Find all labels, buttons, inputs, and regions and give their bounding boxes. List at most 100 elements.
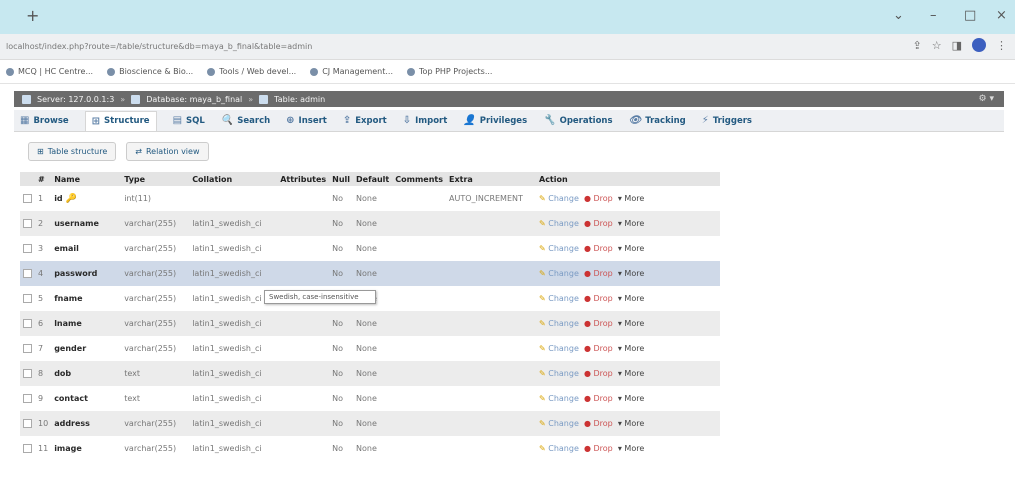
url-text[interactable]: localhost/index.php?route=/table/structu… xyxy=(6,42,312,51)
row-checkbox[interactable] xyxy=(20,336,35,361)
column-name[interactable]: id 🔑 xyxy=(51,186,122,211)
table-row[interactable]: 11 image varchar(255) latin1_swedish_ci No No… xyxy=(20,436,720,461)
tab-import[interactable]: ⇩ Import xyxy=(403,115,448,126)
share-icon[interactable]: ⇪ xyxy=(913,39,922,52)
breadcrumb-database[interactable]: Database: maya_b_final xyxy=(146,95,242,104)
bookmark-item[interactable]: MCQ | HC Centre... xyxy=(6,67,93,76)
column-name[interactable]: email xyxy=(51,236,122,261)
extensions-icon[interactable]: ◨ xyxy=(952,39,962,52)
menu-icon[interactable]: ⋮ xyxy=(996,39,1007,52)
row-checkbox[interactable] xyxy=(20,436,35,461)
change-button[interactable]: ✎ Change xyxy=(539,319,579,328)
drop-button[interactable]: ● Drop xyxy=(584,344,613,353)
more-button[interactable]: ▾ More xyxy=(618,369,644,378)
more-button[interactable]: ▾ More xyxy=(618,219,644,228)
tab-search[interactable]: 🔍 Search xyxy=(221,115,270,126)
tab-sql[interactable]: ▤ SQL xyxy=(173,115,205,126)
tab-tracking[interactable]: 👁 Tracking xyxy=(629,115,686,126)
drop-button[interactable]: ● Drop xyxy=(584,194,613,203)
drop-button[interactable]: ● Drop xyxy=(584,269,613,278)
breadcrumb-server[interactable]: Server: 127.0.0.1:3 xyxy=(37,95,114,104)
tab-triggers[interactable]: ⚡ Triggers xyxy=(702,115,752,126)
row-checkbox[interactable] xyxy=(20,236,35,261)
address-bar[interactable]: localhost/index.php?route=/table/structu… xyxy=(0,34,1015,60)
table-structure-button[interactable]: ⊞ Table structure xyxy=(28,142,117,161)
column-name[interactable]: username xyxy=(51,211,122,236)
bookmark-item[interactable]: Bioscience & Bio... xyxy=(107,67,193,76)
table-row[interactable]: 6 lname varchar(255) latin1_swedish_ci No Non… xyxy=(20,311,720,336)
gear-icon[interactable]: ⚙ ▾ xyxy=(979,94,994,104)
drop-button[interactable]: ● Drop xyxy=(584,294,613,303)
row-checkbox[interactable] xyxy=(20,286,35,311)
table-row[interactable]: 7 gender varchar(255) latin1_swedish_ci No No… xyxy=(20,336,720,361)
more-button[interactable]: ▾ More xyxy=(618,319,644,328)
change-button[interactable]: ✎ Change xyxy=(539,394,579,403)
table-row[interactable]: 1 id 🔑 int(11) No None AUTO_INCREMENT ✎ Change… xyxy=(20,186,720,211)
drop-button[interactable]: ● Drop xyxy=(584,244,613,253)
row-checkbox[interactable] xyxy=(20,211,35,236)
maximize-button[interactable]: □ xyxy=(964,8,976,23)
more-button[interactable]: ▾ More xyxy=(618,244,644,253)
column-name[interactable]: lname xyxy=(51,311,122,336)
header-name[interactable]: Name xyxy=(51,172,122,186)
new-tab-button[interactable]: + xyxy=(26,6,39,25)
table-row[interactable]: 9 contact text latin1_swedish_ci No None ✎ Cha… xyxy=(20,386,720,411)
table-row[interactable]: 8 dob text latin1_swedish_ci No None ✎ Change … xyxy=(20,361,720,386)
change-button[interactable]: ✎ Change xyxy=(539,269,579,278)
tab-privileges[interactable]: 👤 Privileges xyxy=(463,115,527,126)
more-button[interactable]: ▾ More xyxy=(618,394,644,403)
row-checkbox[interactable] xyxy=(20,186,35,211)
drop-button[interactable]: ● Drop xyxy=(584,419,613,428)
bookmark-item[interactable]: CJ Management... xyxy=(310,67,393,76)
more-button[interactable]: ▾ More xyxy=(618,269,644,278)
drop-button[interactable]: ● Drop xyxy=(584,219,613,228)
column-name[interactable]: gender xyxy=(51,336,122,361)
more-button[interactable]: ▾ More xyxy=(618,444,644,453)
column-name[interactable]: image xyxy=(51,436,122,461)
tab-structure[interactable]: ⊞ Structure xyxy=(84,110,157,131)
change-button[interactable]: ✎ Change xyxy=(539,444,579,453)
drop-button[interactable]: ● Drop xyxy=(584,444,613,453)
row-checkbox[interactable] xyxy=(20,261,35,286)
change-button[interactable]: ✎ Change xyxy=(539,369,579,378)
change-button[interactable]: ✎ Change xyxy=(539,194,579,203)
column-name[interactable]: password xyxy=(51,261,122,286)
drop-button[interactable]: ● Drop xyxy=(584,319,613,328)
column-name[interactable]: fname xyxy=(51,286,122,311)
minimize-button[interactable]: – xyxy=(930,8,937,23)
row-checkbox[interactable] xyxy=(20,386,35,411)
relation-view-button[interactable]: ⇄ Relation view xyxy=(126,142,209,161)
table-row[interactable]: 4 password varchar(255) latin1_swedish_ci No… xyxy=(20,261,720,286)
tab-insert[interactable]: ⊕ Insert xyxy=(286,115,327,126)
bookmark-item[interactable]: Top PHP Projects... xyxy=(407,67,492,76)
change-button[interactable]: ✎ Change xyxy=(539,294,579,303)
column-name[interactable]: contact xyxy=(51,386,122,411)
row-checkbox[interactable] xyxy=(20,411,35,436)
drop-button[interactable]: ● Drop xyxy=(584,369,613,378)
more-button[interactable]: ▾ More xyxy=(618,194,644,203)
star-icon[interactable]: ☆ xyxy=(932,39,942,52)
breadcrumb-table[interactable]: Table: admin xyxy=(274,95,325,104)
change-button[interactable]: ✎ Change xyxy=(539,344,579,353)
close-button[interactable]: × xyxy=(996,8,1007,23)
more-button[interactable]: ▾ More xyxy=(618,419,644,428)
change-button[interactable]: ✎ Change xyxy=(539,219,579,228)
drop-button[interactable]: ● Drop xyxy=(584,394,613,403)
tab-export[interactable]: ⇪ Export xyxy=(343,115,387,126)
change-button[interactable]: ✎ Change xyxy=(539,244,579,253)
table-row[interactable]: 10 address varchar(255) latin1_swedish_ci No… xyxy=(20,411,720,436)
bookmark-item[interactable]: Tools / Web devel... xyxy=(207,67,296,76)
column-name[interactable]: dob xyxy=(51,361,122,386)
more-button[interactable]: ▾ More xyxy=(618,294,644,303)
row-checkbox[interactable] xyxy=(20,311,35,336)
tab-operations[interactable]: 🔧 Operations xyxy=(543,115,612,126)
row-checkbox[interactable] xyxy=(20,361,35,386)
table-row[interactable]: 3 email varchar(255) latin1_swedish_ci No Non… xyxy=(20,236,720,261)
column-name[interactable]: address xyxy=(51,411,122,436)
table-row[interactable]: 2 username varchar(255) latin1_swedish_ci No… xyxy=(20,211,720,236)
profile-avatar[interactable] xyxy=(972,38,986,52)
more-button[interactable]: ▾ More xyxy=(618,344,644,353)
tab-browse[interactable]: ▦ Browse xyxy=(20,115,69,126)
change-button[interactable]: ✎ Change xyxy=(539,419,579,428)
tab-search-icon[interactable]: ⌄ xyxy=(893,8,904,23)
